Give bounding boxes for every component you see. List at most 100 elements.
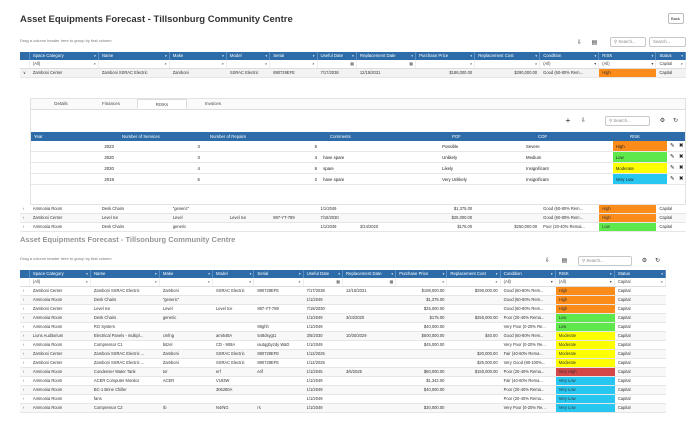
table-row[interactable]: › Ammonia Room ACER Computer Monitor ACER V1… — [20, 377, 666, 386]
column-header[interactable]: Replacement Date ▾ — [357, 52, 417, 60]
filter-icon[interactable]: ▾ — [535, 52, 537, 60]
expand-icon[interactable]: › — [20, 404, 30, 412]
search-input-bottom[interactable]: ⚲ Search... — [578, 256, 632, 266]
group-panel-bottom[interactable]: Drag a column header here to group by th… — [20, 256, 112, 261]
tab-details[interactable]: Details — [37, 99, 85, 109]
filter-icon[interactable]: ▾ — [496, 270, 498, 278]
filter-cell[interactable]: ▦ — [318, 60, 357, 68]
column-header[interactable]: Purchase Price ▾ — [396, 270, 448, 278]
filter-icon[interactable]: ▾ — [222, 52, 224, 60]
expand-icon[interactable]: › — [20, 350, 30, 358]
filter-icon[interactable]: ▾ — [299, 270, 301, 278]
column-header[interactable]: Make ▾ — [160, 270, 214, 278]
filter-icon[interactable]: ▾ — [313, 52, 315, 60]
export-icon[interactable]: ⇩ — [579, 116, 588, 125]
filter-cell[interactable]: ⌕ — [475, 60, 541, 68]
risk-column-header[interactable]: RISK — [627, 132, 683, 141]
table-row[interactable]: › Ammonia Room Desk Chairs "generic" 1/1/204… — [20, 205, 686, 214]
filter-icon[interactable]: ▾ — [610, 270, 612, 278]
filter-icon[interactable]: ▾ — [652, 52, 654, 60]
column-header[interactable]: Name ▾ — [99, 52, 170, 60]
filter-cell[interactable]: ⌕ — [91, 278, 160, 286]
table-row[interactable]: › Ammonia Room Condenser Water Tank tor erf e… — [20, 368, 666, 377]
filter-cell[interactable]: ⌕ — [416, 60, 476, 68]
expanded-row[interactable]: ∨ Zamboni Center Zamboni SSRAC Electric Zam… — [20, 69, 686, 78]
column-header[interactable]: Model ▾ — [213, 270, 255, 278]
risk-search-input[interactable]: ⚲ Search... — [605, 116, 650, 126]
filter-icon[interactable]: ▾ — [411, 52, 413, 60]
filter-cell[interactable]: (All) ▾ — [540, 60, 600, 68]
risk-column-header[interactable]: POF — [449, 132, 535, 141]
add-risk-icon[interactable]: + — [563, 116, 573, 125]
pencil-icon[interactable]: ✎ — [667, 174, 677, 184]
filter-icon[interactable]: ▾ — [551, 270, 553, 278]
trash-icon[interactable]: ✖ — [677, 174, 685, 184]
pencil-icon[interactable]: ✎ — [667, 141, 677, 151]
filter-icon[interactable]: ▾ — [352, 52, 354, 60]
column-header[interactable]: Purchase Price ▾ — [416, 52, 476, 60]
column-header[interactable]: Condition ▾ — [540, 52, 600, 60]
filter-cell[interactable]: ⌕ — [447, 278, 501, 286]
expand-icon[interactable]: › — [20, 377, 30, 385]
column-header[interactable]: Space Category ▾ — [30, 270, 91, 278]
filter-cell[interactable]: Capital ⌕ — [656, 60, 686, 68]
column-header[interactable]: Make ▾ — [170, 52, 227, 60]
column-header[interactable]: Space Category ▾ — [30, 52, 99, 60]
table-row[interactable]: › Ammonia Room Compressor C2 rb N4/NG rs 1/1/2… — [20, 404, 666, 413]
table-row[interactable]: › Ammonia Room Compressor C1 bitzel CD - 908… — [20, 341, 666, 350]
tab-risks[interactable]: RISKs — [137, 99, 187, 109]
filter-icon[interactable]: ▾ — [165, 52, 167, 60]
expand-icon[interactable]: › — [20, 395, 30, 403]
collapse-icon[interactable]: ∨ — [20, 69, 30, 77]
gear-icon[interactable]: ⚙ — [640, 256, 649, 265]
filter-cell[interactable]: Capital ⌕ — [615, 278, 667, 286]
filter-icon[interactable]: ▾ — [265, 52, 267, 60]
filter-icon[interactable]: ▾ — [338, 270, 340, 278]
filter-icon[interactable]: ▾ — [86, 270, 88, 278]
filter-cell[interactable]: ⌕ — [396, 278, 448, 286]
column-header[interactable]: Serial ▾ — [254, 270, 304, 278]
filter-cell[interactable]: ▦ — [304, 278, 344, 286]
risk-row[interactable]: 2020 4 6 spare Likely Insignificant Moderate ✎ ✖ — [31, 163, 685, 174]
filter-cell[interactable]: (All) ▾ — [556, 278, 615, 286]
table-row[interactable]: › Zamboni Center Level Ice Level Level Ice 89… — [20, 214, 686, 223]
column-header[interactable]: RISK ▾ — [556, 270, 615, 278]
filter-cell[interactable]: ⌕ — [254, 278, 304, 286]
expand-icon[interactable]: › — [20, 205, 30, 213]
pencil-icon[interactable]: ✎ — [667, 152, 677, 162]
filter-icon[interactable]: ▾ — [594, 52, 596, 60]
risk-row[interactable]: 2020 3 4 have spare Unlikely Medium Low ✎ ✖ — [31, 152, 685, 163]
filter-icon[interactable]: ▾ — [443, 270, 445, 278]
filter-icon[interactable]: ▾ — [94, 52, 96, 60]
search-input[interactable]: ⚲ Search... — [610, 37, 646, 47]
column-header[interactable]: Model ▾ — [227, 52, 271, 60]
refresh-icon[interactable]: ↻ — [653, 256, 662, 265]
table-row[interactable]: › Ammonia Room Desk Chairs "generic" 1/1/204… — [20, 296, 666, 305]
table-row[interactable]: › Ammonia Room Desk Chairs generic 1/1/2049 3… — [20, 223, 686, 232]
table-row[interactable]: › Zamboni Center Zamboni SSRAC Electric ..… — [20, 350, 666, 359]
filter-cell[interactable]: ⌕ — [213, 278, 255, 286]
search-input-overflow[interactable]: Search... — [649, 37, 686, 47]
expand-icon[interactable]: › — [20, 287, 30, 295]
filter-cell[interactable]: ⌕ — [160, 278, 214, 286]
expand-icon[interactable]: › — [20, 332, 30, 340]
column-header[interactable]: Replacement Cost ▾ — [475, 52, 541, 60]
column-header[interactable]: Status ▾ — [615, 270, 667, 278]
group-panel[interactable]: Drag a column header here to group by th… — [20, 38, 112, 43]
expand-icon[interactable]: › — [20, 223, 30, 231]
table-row[interactable]: › Zamboni Center Zamboni SSRAC Electric ..… — [20, 359, 666, 368]
column-header[interactable]: RISK ▾ — [599, 52, 657, 60]
filter-icon[interactable]: ▾ — [470, 52, 472, 60]
filter-cell[interactable]: (All) ▾ — [501, 278, 556, 286]
pencil-icon[interactable]: ✎ — [667, 163, 677, 173]
trash-icon[interactable]: ✖ — [677, 141, 685, 151]
filter-cell[interactable]: ▦ — [343, 278, 397, 286]
risk-column-header[interactable]: Year — [31, 132, 119, 141]
filter-icon[interactable]: ▾ — [208, 270, 210, 278]
expand-icon[interactable]: › — [20, 305, 30, 313]
filter-cell[interactable]: (All) ⌕ — [30, 278, 91, 286]
column-chooser-icon[interactable]: ▤ — [560, 256, 569, 265]
filter-cell[interactable]: ▦ — [357, 60, 417, 68]
gear-icon[interactable]: ⚙ — [658, 116, 667, 125]
tab-finances[interactable]: Finances — [85, 99, 137, 109]
